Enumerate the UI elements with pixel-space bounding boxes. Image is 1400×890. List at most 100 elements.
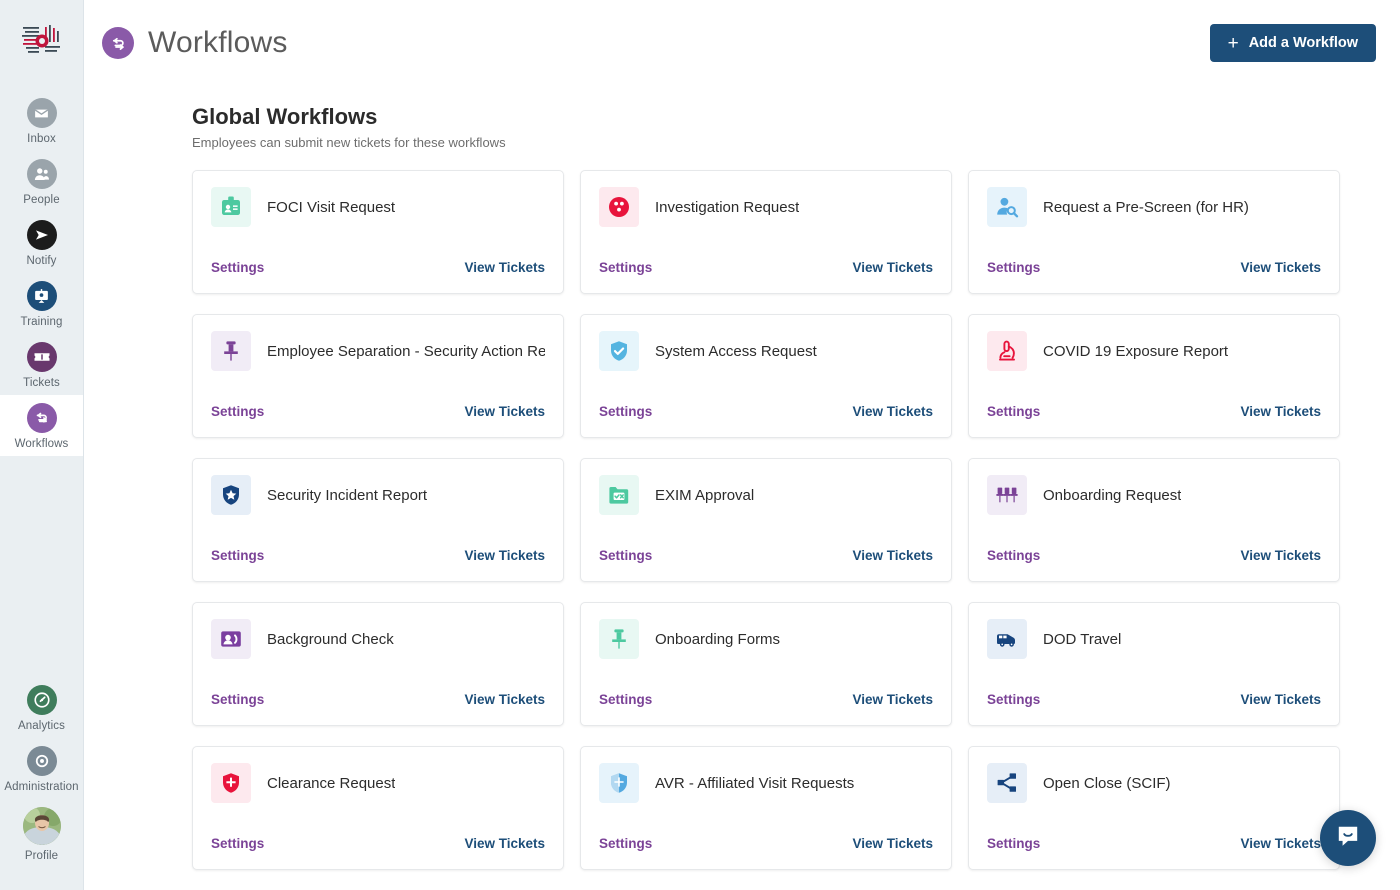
workflow-card[interactable]: Onboarding Request Settings View Tickets [968,458,1340,582]
training-presentation-icon [26,281,57,311]
view-tickets-link[interactable]: View Tickets [464,692,545,707]
view-tickets-link[interactable]: View Tickets [852,836,933,851]
workflow-card-footer: Settings View Tickets [987,548,1321,563]
pin-icon [599,619,639,659]
settings-link[interactable]: Settings [211,692,264,707]
workflow-card-footer: Settings View Tickets [599,692,933,707]
workflow-card[interactable]: System Access Request Settings View Ticket… [580,314,952,438]
workflow-title: DOD Travel [1043,630,1122,648]
sidebar-item-label: Workflows [14,438,69,450]
shield-star-icon [211,475,251,515]
view-tickets-link[interactable]: View Tickets [1240,260,1321,275]
view-tickets-link[interactable]: View Tickets [464,260,545,275]
settings-link[interactable]: Settings [599,404,652,419]
settings-link[interactable]: Settings [211,404,264,419]
workflow-card[interactable]: AVR - Affiliated Visit Requests Settings V… [580,746,952,870]
view-tickets-link[interactable]: View Tickets [464,548,545,563]
analytics-gauge-icon [26,685,57,715]
id-badge-icon [211,187,251,227]
company-logo[interactable] [19,18,65,64]
settings-link[interactable]: Settings [599,692,652,707]
sidebar-item-label: Notify [26,255,57,267]
view-tickets-link[interactable]: View Tickets [852,548,933,563]
settings-link[interactable]: Settings [987,404,1040,419]
workflow-card[interactable]: Request a Pre-Screen (for HR) Settings Vie… [968,170,1340,294]
settings-link[interactable]: Settings [211,836,264,851]
settings-link[interactable]: Settings [599,548,652,563]
people-icon [26,159,57,189]
workflow-card[interactable]: FOCI Visit Request Settings View Tickets [192,170,564,294]
workflow-card-header: System Access Request [599,331,933,371]
workflow-card-footer: Settings View Tickets [599,836,933,851]
sidebar-item-inbox[interactable]: Inbox [0,90,83,151]
workflow-title: Background Check [267,630,394,648]
view-tickets-link[interactable]: View Tickets [852,260,933,275]
view-tickets-link[interactable]: View Tickets [464,404,545,419]
workflow-title: Clearance Request [267,774,396,792]
section-title: Global Workflows [192,104,378,129]
chat-widget-button[interactable] [1320,810,1376,866]
bowling-ball-icon [599,187,639,227]
settings-link[interactable]: Settings [987,260,1040,275]
workflow-card-footer: Settings View Tickets [599,260,933,275]
shield-plus-icon [211,763,251,803]
settings-link[interactable]: Settings [987,692,1040,707]
shield-check-icon [599,331,639,371]
sidebar-item-people[interactable]: People [0,151,83,212]
sidebar-item-notify[interactable]: Notify [0,212,83,273]
sidebar-item-workflows[interactable]: Workflows [0,395,83,456]
settings-link[interactable]: Settings [211,260,264,275]
content-scroll-area[interactable]: Global Workflows Employees can submit ne… [84,86,1400,890]
workflow-card[interactable]: Investigation Request Settings View Ticket… [580,170,952,294]
workflow-card-header: COVID 19 Exposure Report [987,331,1321,371]
workflow-card-header: Onboarding Forms [599,619,933,659]
workflow-card-footer: Settings View Tickets [987,260,1321,275]
view-tickets-link[interactable]: View Tickets [1240,836,1321,851]
workflow-card-footer: Settings View Tickets [211,836,545,851]
workflow-card[interactable]: Onboarding Forms Settings View Tickets [580,602,952,726]
workflow-card-footer: Settings View Tickets [211,692,545,707]
plus-icon: + [1227,32,1239,54]
contact-card-icon [211,619,251,659]
workflow-card[interactable]: EXIM Approval Settings View Tickets [580,458,952,582]
view-tickets-link[interactable]: View Tickets [464,836,545,851]
chat-smile-icon [1335,823,1361,854]
workflow-card-header: Onboarding Request [987,475,1321,515]
workflow-card[interactable]: Security Incident Report Settings View Tic… [192,458,564,582]
sidebar-nav: Inbox People Notify Training Tickets Wor… [0,90,83,456]
workflow-card[interactable]: Background Check Settings View Tickets [192,602,564,726]
view-tickets-link[interactable]: View Tickets [1240,692,1321,707]
workflow-card-header: Security Incident Report [211,475,545,515]
sidebar-item-profile[interactable]: Profile [0,799,83,868]
view-tickets-link[interactable]: View Tickets [852,692,933,707]
three-pins-icon [987,475,1027,515]
sidebar-item-analytics[interactable]: Analytics [0,677,83,738]
sidebar-item-training[interactable]: Training [0,273,83,334]
settings-link[interactable]: Settings [987,548,1040,563]
pin-icon [211,331,251,371]
workflow-card[interactable]: Open Close (SCIF) Settings View Tickets [968,746,1340,870]
sidebar-nav-bottom: Analytics Administration Profile [0,677,83,890]
workflow-card[interactable]: DOD Travel Settings View Tickets [968,602,1340,726]
settings-link[interactable]: Settings [599,260,652,275]
workflow-card[interactable]: COVID 19 Exposure Report Settings View Tic… [968,314,1340,438]
sidebar-item-tickets[interactable]: Tickets [0,334,83,395]
sidebar-item-label: Tickets [23,377,60,389]
view-tickets-link[interactable]: View Tickets [852,404,933,419]
settings-link[interactable]: Settings [599,836,652,851]
sidebar-item-administration[interactable]: Administration [0,738,83,799]
sidebar-bottom-pad [0,868,83,890]
add-a-workflow-button[interactable]: + Add a Workflow [1209,24,1376,62]
view-tickets-link[interactable]: View Tickets [1240,548,1321,563]
settings-link[interactable]: Settings [211,548,264,563]
workflow-card-footer: Settings View Tickets [987,692,1321,707]
settings-link[interactable]: Settings [987,836,1040,851]
avatar [22,807,61,845]
workflow-card-header: Request a Pre-Screen (for HR) [987,187,1321,227]
workflow-card[interactable]: Clearance Request Settings View Tickets [192,746,564,870]
view-tickets-link[interactable]: View Tickets [1240,404,1321,419]
workflow-card[interactable]: Employee Separation - Security Action Re… [192,314,564,438]
shield-half-icon [599,763,639,803]
workflow-title: Onboarding Forms [655,630,781,648]
workflow-card-footer: Settings View Tickets [211,548,545,563]
